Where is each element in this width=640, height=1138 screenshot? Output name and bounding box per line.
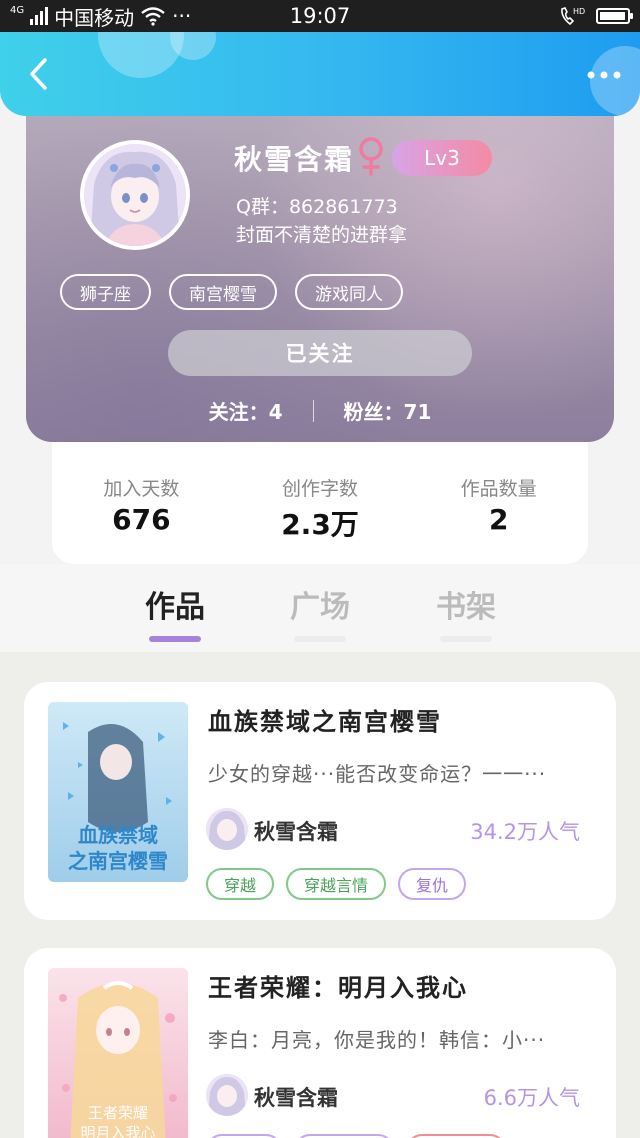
book-title[interactable]: 王者荣耀：明月入我心: [208, 968, 468, 1003]
stat-word-count: 创作字数 2.3万: [231, 442, 410, 564]
chip-genre[interactable]: 游戏同人: [295, 274, 403, 310]
cover-illustration: 王者荣耀 明月入我心: [48, 968, 188, 1138]
tag[interactable]: [206, 1134, 282, 1138]
author-avatar[interactable]: [206, 1074, 248, 1116]
book-card[interactable]: 王者荣耀 明月入我心 王者荣耀：明月入我心 李白：月亮，你是我的！韩信：小···…: [24, 948, 616, 1138]
status-bar: 4G 中国移动 ··· 19:07 HD: [0, 0, 640, 32]
stat-works-count: 作品数量 2: [409, 442, 588, 564]
back-button[interactable]: [18, 54, 58, 94]
stat-label: 加入天数: [103, 478, 180, 500]
signal-icon: [30, 7, 49, 25]
author-avatar[interactable]: [206, 808, 248, 850]
author-avatar-image: [206, 808, 248, 850]
tab-indicator: [149, 636, 201, 642]
battery-fill: [600, 12, 625, 20]
following-count[interactable]: 关注：4: [209, 396, 283, 425]
top-header: [0, 32, 640, 116]
stat-label: 创作字数: [282, 478, 359, 500]
chip-zodiac[interactable]: 狮子座: [60, 274, 151, 310]
book-tags: 穿越 穿越言情 复仇: [206, 868, 467, 900]
tag[interactable]: [294, 1134, 394, 1138]
book-title[interactable]: 血族禁域之南宫樱雪: [208, 702, 442, 737]
stat-value: 2: [488, 503, 509, 536]
popularity: 6.6万人气: [483, 1086, 580, 1110]
popularity: 34.2万人气: [470, 820, 580, 844]
cover-illustration: 血族禁域 之南宫樱雪: [48, 702, 188, 882]
tag[interactable]: [406, 1134, 506, 1138]
female-icon: [359, 137, 383, 176]
chevron-left-icon: [30, 58, 47, 90]
tab-indicator: [294, 636, 346, 642]
stats-card: 加入天数 676 创作字数 2.3万 作品数量 2: [52, 442, 588, 564]
level-badge: Lv3: [392, 140, 492, 176]
status-more: ···: [172, 4, 192, 28]
hd-call-icon: HD: [561, 7, 585, 26]
stat-value: 676: [112, 503, 171, 536]
tab-bar: 作品 广场 书架: [0, 564, 640, 652]
profile-card: 秋雪含霜 Lv3 Q群：862861773 封面不清楚的进群拿 狮子座 南宫樱雪…: [26, 116, 614, 442]
book-tags: [206, 1134, 506, 1138]
book-cover[interactable]: 王者荣耀 明月入我心: [48, 968, 188, 1138]
cover-title-line2: 之南宫樱雪: [68, 849, 168, 873]
tab-square[interactable]: 广场: [260, 582, 380, 642]
tab-indicator: [440, 636, 492, 642]
stat-value: 2.3万: [281, 508, 359, 541]
stat-label: 作品数量: [460, 478, 537, 500]
book-card[interactable]: 血族禁域 之南宫樱雪 血族禁域之南宫樱雪 少女的穿越···能否改变命运？一一··…: [24, 682, 616, 920]
status-left: 4G 中国移动 ···: [10, 2, 191, 31]
book-cover[interactable]: 血族禁域 之南宫樱雪: [48, 702, 188, 882]
tag[interactable]: 穿越言情: [286, 868, 387, 900]
tab-works[interactable]: 作品: [115, 582, 235, 642]
network-type: 4G: [10, 4, 25, 16]
author-name[interactable]: 秋雪含霜: [254, 1082, 338, 1112]
profile-chips: 狮子座 南宫樱雪 游戏同人: [60, 274, 403, 310]
cover-title-line1: 血族禁域: [78, 823, 158, 847]
tag[interactable]: 复仇: [398, 868, 467, 900]
chip-character[interactable]: 南宫樱雪: [169, 274, 277, 310]
author-avatar-image: [206, 1074, 248, 1116]
tag[interactable]: 穿越: [206, 868, 275, 900]
fans-count[interactable]: 粉丝：71: [344, 396, 432, 425]
user-avatar[interactable]: [80, 140, 190, 250]
book-description: 少女的穿越···能否改变命运？一一···: [208, 762, 547, 786]
username: 秋雪含霜: [234, 143, 355, 176]
hd-text: HD: [573, 7, 585, 16]
book-description: 李白：月亮，你是我的！韩信：小···: [208, 1028, 546, 1052]
author-name[interactable]: 秋雪含霜: [254, 816, 338, 846]
follow-stats: 关注：4 粉丝：71: [26, 396, 614, 425]
carrier-name: 中国移动: [54, 5, 135, 30]
cover-title-line1: 王者荣耀: [88, 1104, 148, 1122]
more-button[interactable]: [584, 60, 624, 90]
qq-group: Q群：862861773: [236, 196, 398, 218]
tab-label: 广场: [290, 590, 350, 625]
battery-icon: [596, 8, 633, 24]
more-dots-icon: [587, 71, 621, 79]
cover-title-line2: 明月入我心: [80, 1124, 155, 1138]
tab-label: 书架: [436, 590, 496, 625]
tab-bookshelf[interactable]: 书架: [406, 582, 526, 642]
avatar-illustration: [84, 144, 186, 246]
tab-label: 作品: [145, 590, 205, 625]
status-right: HD: [558, 5, 633, 27]
user-bio: 封面不清楚的进群拿: [236, 224, 408, 246]
wifi-icon: [141, 7, 165, 26]
stat-join-days: 加入天数 676: [52, 442, 231, 564]
divider: [312, 399, 314, 422]
follow-button[interactable]: 已关注: [168, 330, 472, 376]
